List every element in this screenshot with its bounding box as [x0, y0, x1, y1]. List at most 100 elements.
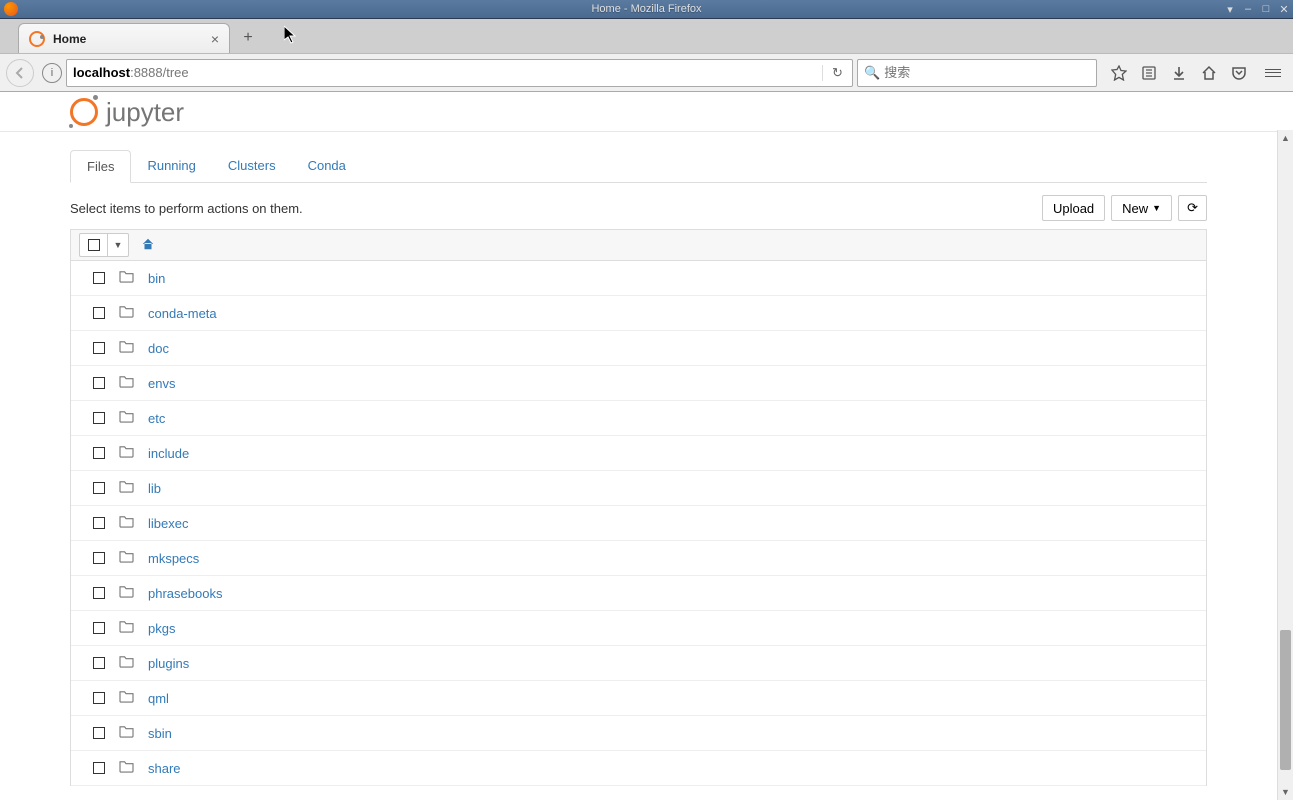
reload-icon[interactable]: ↻: [822, 65, 846, 81]
file-row: doc: [71, 331, 1206, 366]
folder-icon: [119, 585, 134, 601]
file-link[interactable]: share: [148, 761, 181, 776]
file-checkbox[interactable]: [93, 622, 105, 634]
file-checkbox[interactable]: [93, 587, 105, 599]
folder-icon: [119, 340, 134, 356]
file-checkbox[interactable]: [93, 447, 105, 459]
file-link[interactable]: sbin: [148, 726, 172, 741]
select-all-dropdown[interactable]: ▼: [108, 234, 128, 256]
file-link[interactable]: conda-meta: [148, 306, 217, 321]
file-row: pkgs: [71, 611, 1206, 646]
file-link[interactable]: lib: [148, 481, 161, 496]
folder-icon: [119, 480, 134, 496]
file-checkbox[interactable]: [93, 377, 105, 389]
file-link[interactable]: envs: [148, 376, 175, 391]
file-row: sbin: [71, 716, 1206, 751]
site-info-icon[interactable]: i: [42, 63, 62, 83]
scroll-up-button[interactable]: ▲: [1278, 130, 1293, 146]
tab-files[interactable]: Files: [70, 150, 131, 183]
jupyter-tabs: FilesRunningClustersConda: [70, 150, 1207, 183]
jupyter-logo[interactable]: jupyter: [70, 97, 184, 128]
window-showdesktop-button[interactable]: ▾: [1223, 2, 1237, 16]
file-link[interactable]: phrasebooks: [148, 586, 222, 601]
url-bar[interactable]: localhost:8888/tree ↻: [66, 59, 853, 87]
window-title: Home - Mozilla Firefox: [591, 3, 701, 15]
file-checkbox[interactable]: [93, 412, 105, 424]
scroll-down-button[interactable]: ▼: [1278, 784, 1293, 800]
file-checkbox[interactable]: [93, 762, 105, 774]
bookmarks-list-icon[interactable]: [1141, 65, 1157, 81]
folder-icon: [119, 270, 134, 286]
file-row: mkspecs: [71, 541, 1206, 576]
scroll-thumb[interactable]: [1280, 630, 1291, 770]
file-checkbox[interactable]: [93, 482, 105, 494]
file-link[interactable]: include: [148, 446, 189, 461]
folder-icon: [119, 690, 134, 706]
new-tab-button[interactable]: +: [236, 27, 260, 49]
file-row: qml: [71, 681, 1206, 716]
file-row: conda-meta: [71, 296, 1206, 331]
file-row: phrasebooks: [71, 576, 1206, 611]
search-input[interactable]: [884, 65, 1090, 80]
window-close-button[interactable]: ✕: [1277, 2, 1291, 16]
search-bar[interactable]: 🔍: [857, 59, 1097, 87]
browser-tabbar: Home × +: [0, 19, 1293, 53]
file-link[interactable]: pkgs: [148, 621, 175, 636]
url-path: /tree: [163, 65, 189, 80]
browser-toolbar: i localhost:8888/tree ↻ 🔍: [0, 53, 1293, 92]
folder-icon: [119, 515, 134, 531]
jupyter-favicon-icon: [29, 31, 45, 47]
file-checkbox[interactable]: [93, 657, 105, 669]
url-host: localhost: [73, 65, 130, 80]
file-link[interactable]: qml: [148, 691, 169, 706]
file-checkbox[interactable]: [93, 692, 105, 704]
tab-close-icon[interactable]: ×: [211, 31, 219, 47]
folder-icon: [119, 375, 134, 391]
file-checkbox[interactable]: [93, 272, 105, 284]
tab-running[interactable]: Running: [131, 150, 211, 182]
select-all-checkbox[interactable]: [80, 234, 108, 256]
file-checkbox[interactable]: [93, 552, 105, 564]
window-maximize-button[interactable]: □: [1259, 2, 1273, 16]
upload-button[interactable]: Upload: [1042, 195, 1105, 221]
file-checkbox[interactable]: [93, 517, 105, 529]
refresh-icon: ⟳: [1187, 200, 1198, 216]
bookmark-star-icon[interactable]: [1111, 65, 1127, 81]
file-link[interactable]: mkspecs: [148, 551, 199, 566]
tab-clusters[interactable]: Clusters: [212, 150, 292, 182]
nav-back-button[interactable]: [6, 59, 34, 87]
folder-icon: [119, 445, 134, 461]
folder-icon: [119, 725, 134, 741]
folder-icon: [119, 655, 134, 671]
file-checkbox[interactable]: [93, 307, 105, 319]
file-list-header: ▼: [70, 229, 1207, 261]
file-link[interactable]: libexec: [148, 516, 188, 531]
menu-hamburger-icon[interactable]: [1261, 65, 1277, 81]
tab-conda[interactable]: Conda: [292, 150, 362, 182]
home-icon[interactable]: [1201, 65, 1217, 81]
new-button[interactable]: New ▼: [1111, 195, 1172, 221]
browser-tab-home[interactable]: Home ×: [18, 23, 230, 53]
file-link[interactable]: etc: [148, 411, 165, 426]
file-link[interactable]: bin: [148, 271, 165, 286]
file-row: libexec: [71, 506, 1206, 541]
file-row: plugins: [71, 646, 1206, 681]
file-checkbox[interactable]: [93, 342, 105, 354]
file-checkbox[interactable]: [93, 727, 105, 739]
window-minimize-button[interactable]: –: [1241, 2, 1255, 16]
jupyter-logo-icon: [70, 98, 98, 126]
breadcrumb-home-icon[interactable]: [141, 237, 155, 254]
jupyter-header: jupyter: [0, 92, 1277, 132]
file-row: etc: [71, 401, 1206, 436]
folder-icon: [119, 410, 134, 426]
file-link[interactable]: plugins: [148, 656, 189, 671]
file-list: bin conda-meta doc envs etc include lib libexec…: [70, 261, 1207, 786]
vertical-scrollbar[interactable]: ▲ ▼: [1277, 130, 1293, 800]
caret-down-icon: ▼: [1152, 203, 1161, 213]
action-hint-text: Select items to perform actions on them.: [70, 201, 303, 216]
file-link[interactable]: doc: [148, 341, 169, 356]
refresh-button[interactable]: ⟳: [1178, 195, 1207, 221]
pocket-icon[interactable]: [1231, 65, 1247, 81]
jupyter-logo-text: jupyter: [106, 97, 184, 128]
downloads-icon[interactable]: [1171, 65, 1187, 81]
